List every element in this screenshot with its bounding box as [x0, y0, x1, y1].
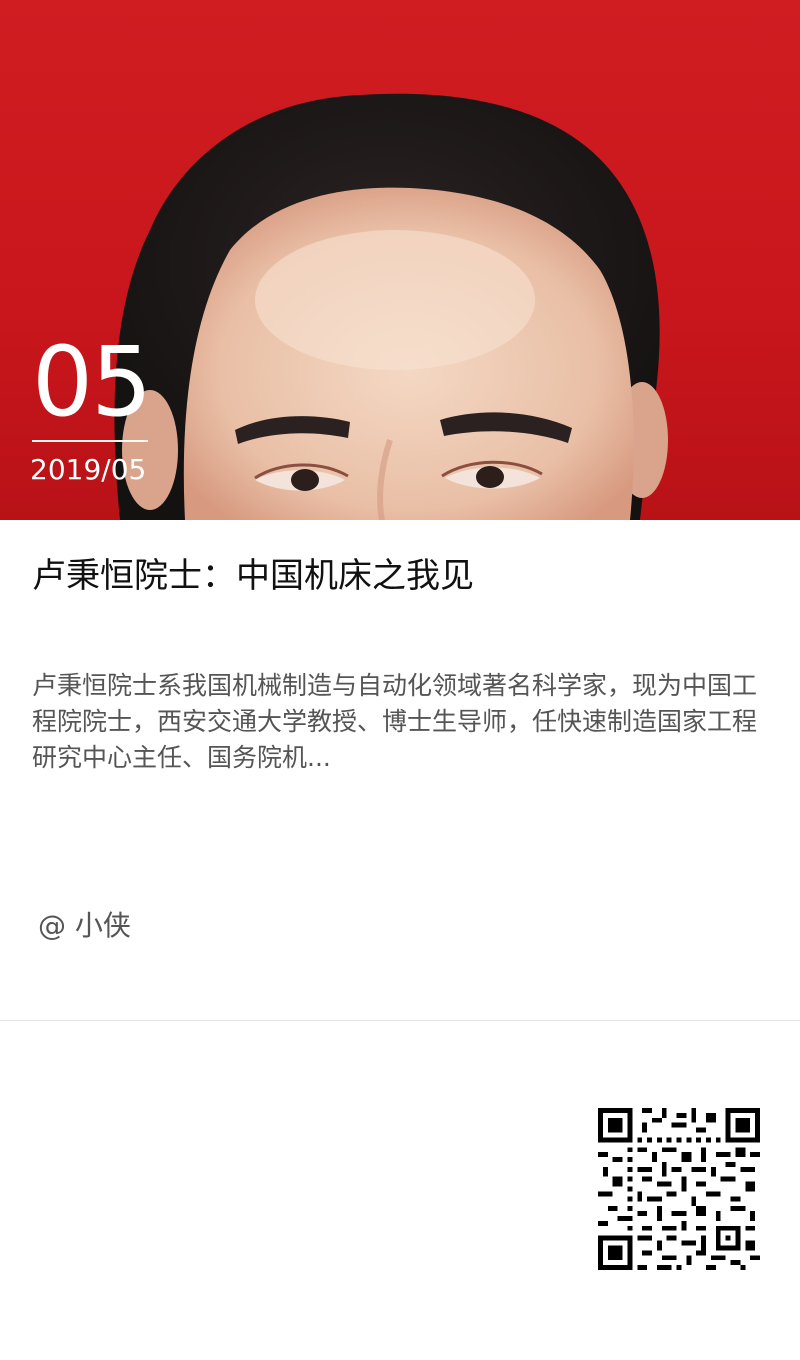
- section-divider: [0, 1020, 800, 1021]
- day-number: 05: [32, 326, 152, 438]
- article-title[interactable]: 卢秉恒院士：中国机床之我见: [32, 552, 772, 600]
- date-divider: [32, 440, 148, 442]
- cover-photo: 05 2019/05: [0, 0, 800, 520]
- portrait-photo: [114, 93, 668, 520]
- author-name: @ 小侠: [38, 909, 131, 942]
- article-summary: 卢秉恒院士系我国机械制造与自动化领域著名科学家，现为中国工程院院士，西安交通大学…: [32, 671, 758, 772]
- year-month: 2019/05: [30, 453, 147, 486]
- share-card: 05 2019/05 卢秉恒院士：中国机床之我见 卢秉恒院士系我国机械制造与自动…: [0, 0, 800, 1360]
- qr-code-icon: [598, 1108, 760, 1270]
